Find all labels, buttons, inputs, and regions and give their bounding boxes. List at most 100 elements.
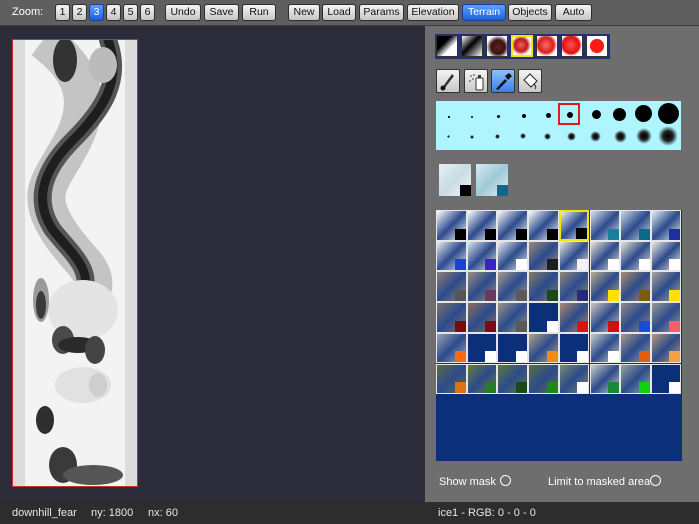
run-button[interactable]: Run	[242, 4, 276, 21]
texture-cell[interactable]	[466, 302, 498, 333]
shape-disk-icon[interactable]	[586, 35, 608, 57]
zoom-6-button[interactable]: 6	[140, 4, 155, 21]
texture-cell[interactable]	[589, 332, 620, 364]
shape-sphere-selected-icon[interactable]	[511, 35, 533, 57]
texture-cell[interactable]	[620, 271, 651, 302]
spray-icon[interactable]	[464, 69, 488, 93]
texture-cell[interactable]	[620, 302, 651, 333]
texture-cell[interactable]	[589, 363, 620, 394]
shape-dark-sphere-icon[interactable]	[486, 35, 508, 57]
zoom-2-button[interactable]: 2	[72, 4, 87, 21]
texture-cell[interactable]	[650, 240, 682, 272]
load-button[interactable]: Load	[322, 4, 356, 21]
recent-texture-2[interactable]	[476, 164, 508, 196]
brush-size-8[interactable]	[613, 108, 626, 121]
soft-brush-5[interactable]	[544, 133, 551, 140]
texture-cell[interactable]	[528, 363, 559, 394]
texture-cell[interactable]	[528, 271, 559, 302]
shape-sphere-hard-icon[interactable]	[561, 35, 583, 57]
shape-hard-gradient-icon[interactable]	[436, 35, 458, 57]
texture-cell[interactable]	[497, 302, 528, 333]
bucket-icon[interactable]	[518, 69, 542, 93]
auto-button[interactable]: Auto	[555, 4, 592, 21]
texture-cell[interactable]	[650, 271, 682, 302]
texture-cell[interactable]	[620, 363, 651, 394]
texture-cell[interactable]	[436, 302, 467, 333]
brush-size-2[interactable]	[471, 116, 473, 118]
save-button[interactable]: Save	[204, 4, 239, 21]
soft-brush-8[interactable]	[614, 130, 627, 143]
texture-cell[interactable]	[436, 271, 467, 302]
brush-size-3[interactable]	[497, 115, 500, 118]
terrain-button[interactable]: Terrain	[462, 4, 506, 21]
terrain-map-canvas[interactable]	[12, 39, 138, 487]
texture-cell[interactable]	[558, 332, 590, 364]
texture-cell[interactable]	[558, 363, 590, 394]
texture-cell[interactable]	[528, 240, 559, 272]
soft-brush-6[interactable]	[567, 132, 576, 141]
brush-size-6[interactable]	[567, 112, 573, 118]
texture-cell[interactable]	[528, 210, 559, 241]
texture-cell[interactable]	[589, 271, 620, 302]
texture-cell[interactable]	[620, 332, 651, 364]
soft-brush-3[interactable]	[495, 134, 500, 139]
soft-brush-1[interactable]	[447, 135, 450, 138]
texture-cell[interactable]	[558, 210, 590, 241]
texture-cell[interactable]	[558, 302, 590, 333]
brush-icon[interactable]	[436, 69, 460, 93]
texture-cell[interactable]	[589, 210, 620, 241]
zoom-4-button[interactable]: 4	[106, 4, 121, 21]
undo-button[interactable]: Undo	[165, 4, 201, 21]
texture-cell[interactable]	[650, 363, 682, 394]
texture-cell[interactable]	[528, 302, 559, 333]
texture-cell[interactable]	[436, 363, 467, 394]
texture-cell[interactable]	[589, 302, 620, 333]
soft-brush-4[interactable]	[520, 133, 526, 139]
texture-cell[interactable]	[466, 210, 498, 241]
brush-size-1[interactable]	[448, 116, 450, 118]
texture-cell[interactable]	[620, 210, 651, 241]
texture-cell[interactable]	[497, 240, 528, 272]
soft-brush-7[interactable]	[590, 131, 601, 142]
soft-brush-10[interactable]	[658, 126, 678, 146]
soft-brush-9[interactable]	[636, 128, 652, 144]
soft-brush-2[interactable]	[470, 135, 474, 139]
elevation-button[interactable]: Elevation	[407, 4, 459, 21]
texture-cell[interactable]	[466, 240, 498, 272]
texture-cell[interactable]	[497, 271, 528, 302]
brush-size-5[interactable]	[546, 113, 551, 118]
show-mask-radio[interactable]	[500, 475, 511, 486]
texture-cell[interactable]	[497, 210, 528, 241]
texture-cell[interactable]	[620, 240, 651, 272]
brush-size-10[interactable]	[658, 103, 679, 124]
texture-cell[interactable]	[650, 302, 682, 333]
objects-button[interactable]: Objects	[508, 4, 552, 21]
texture-cell[interactable]	[528, 332, 559, 364]
texture-cell[interactable]	[497, 363, 528, 394]
texture-cell[interactable]	[650, 332, 682, 364]
texture-cell[interactable]	[589, 240, 620, 272]
shape-soft-gradient-icon[interactable]	[461, 35, 483, 57]
texture-cell[interactable]	[466, 332, 498, 364]
texture-cell[interactable]	[650, 210, 682, 241]
zoom-5-button[interactable]: 5	[123, 4, 138, 21]
texture-cell[interactable]	[558, 271, 590, 302]
limit-mask-radio[interactable]	[650, 475, 661, 486]
texture-cell[interactable]	[436, 210, 467, 241]
texture-cell[interactable]	[436, 240, 467, 272]
zoom-3-button[interactable]: 3	[89, 4, 104, 21]
brush-size-7[interactable]	[592, 110, 601, 119]
texture-cell[interactable]	[466, 363, 498, 394]
texture-cell[interactable]	[558, 240, 590, 272]
recent-texture-1[interactable]	[439, 164, 471, 196]
zoom-1-button[interactable]: 1	[55, 4, 70, 21]
texture-cell[interactable]	[436, 332, 467, 364]
eyedropper-icon[interactable]	[491, 69, 515, 93]
new-button[interactable]: New	[288, 4, 320, 21]
brush-size-9[interactable]	[635, 105, 652, 122]
brush-size-4[interactable]	[522, 114, 526, 118]
shape-sphere-icon[interactable]	[536, 35, 558, 57]
texture-cell[interactable]	[466, 271, 498, 302]
texture-cell[interactable]	[497, 332, 528, 364]
params-button[interactable]: Params	[359, 4, 404, 21]
